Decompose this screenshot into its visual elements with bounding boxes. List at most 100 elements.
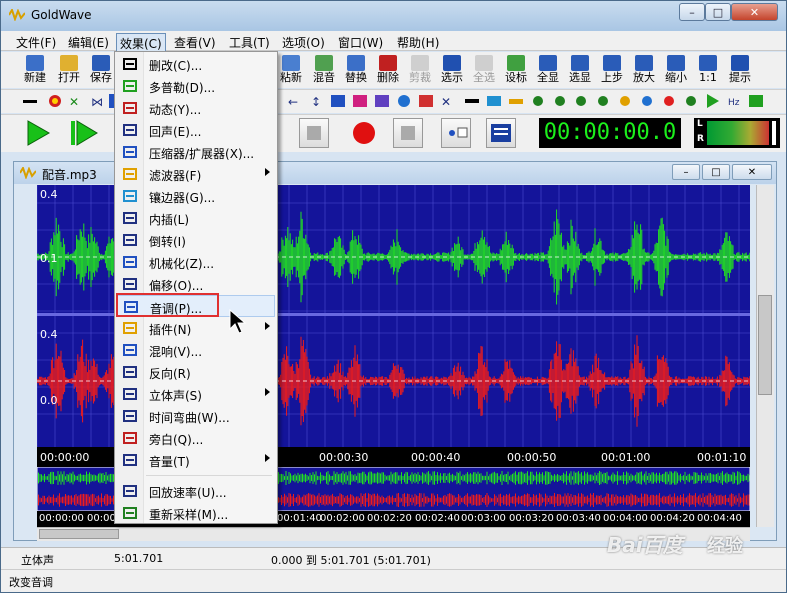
toolbar-button-1[interactable]: 打开 xyxy=(55,54,83,87)
effects-menu-item[interactable]: 倒转(I) xyxy=(117,229,275,251)
effects-menu-item[interactable]: 压缩器/扩展器(X)... xyxy=(117,141,275,163)
effects-menu-item[interactable]: 删改(C)... xyxy=(117,53,275,75)
toolbar-button-7[interactable]: 剪裁 xyxy=(406,54,434,87)
new-file-icon xyxy=(26,55,44,71)
play-button[interactable] xyxy=(23,118,53,148)
play-selection-button[interactable] xyxy=(69,118,99,148)
effects-menu-item-label: 偏移(O)... xyxy=(149,279,204,293)
pause-button[interactable] xyxy=(299,118,329,148)
delete-change-icon xyxy=(122,56,138,72)
effects-menu-item[interactable]: 回声(E)... xyxy=(117,119,275,141)
toolbar-button-15[interactable]: 缩小 xyxy=(662,54,690,87)
toolbar-button-13[interactable]: 上步 xyxy=(598,54,626,87)
overview-time-label: 00:01:40 xyxy=(277,513,322,524)
meter-gradient xyxy=(707,121,769,145)
effects-menu-item-label: 混响(V)... xyxy=(149,345,203,359)
menu-options[interactable]: 选项(O) xyxy=(279,33,328,52)
toolbar-button-2[interactable]: 保存 xyxy=(87,54,115,87)
effects-menu-item[interactable]: 内插(L) xyxy=(117,207,275,229)
effects-menu-item[interactable]: 回放速率(U)... xyxy=(117,480,275,502)
maximize-button[interactable]: □ xyxy=(705,3,731,21)
child-minimize-button[interactable]: – xyxy=(672,164,700,180)
toolbar-button-0[interactable]: 新建 xyxy=(21,54,49,87)
scrollbar-thumb[interactable] xyxy=(39,529,119,539)
menu-view[interactable]: 查看(V) xyxy=(171,33,219,52)
echo-icon xyxy=(122,122,138,138)
overview-time-label: 00:04:00 xyxy=(603,513,648,524)
time-label: 00:00:30 xyxy=(319,451,369,464)
record-mode-toggle[interactable] xyxy=(441,118,471,148)
toolbar-button-6[interactable]: 删除 xyxy=(374,54,402,87)
effects-menu-item-label: 立体声(S) xyxy=(149,389,202,403)
status-hint-bar: 改变音调 xyxy=(1,569,786,592)
effects-menu-item-label: 镶边器(G)... xyxy=(149,191,216,205)
effects-menu-item[interactable]: 多普勒(D)... xyxy=(117,75,275,97)
goldwave-logo-icon xyxy=(8,7,26,24)
time-warp-icon xyxy=(122,408,138,424)
meter-left-label: L xyxy=(697,119,703,129)
effects-menu-item[interactable]: 镶边器(G)... xyxy=(117,185,275,207)
effects-menu-item[interactable]: 机械化(Z)... xyxy=(117,251,275,273)
toolbar-button-label: 上步 xyxy=(601,71,623,84)
toolbar-button-label: 1:1 xyxy=(699,71,717,84)
effects-menu-item[interactable]: 立体声(S) xyxy=(117,383,275,405)
effects-menu-item[interactable]: 滤波器(F) xyxy=(117,163,275,185)
filter-icon xyxy=(122,166,138,182)
effects-menu-item[interactable]: 插件(N) xyxy=(117,317,275,339)
overview-time-label: 00:03:40 xyxy=(556,513,601,524)
effects-menu-item[interactable]: 偏移(O)... xyxy=(117,273,275,295)
child-maximize-button[interactable]: □ xyxy=(702,164,730,180)
svg-text:✕: ✕ xyxy=(69,95,79,109)
toolbar-button-4[interactable]: 混音 xyxy=(310,54,338,87)
effects-menu: 删改(C)... 多普勒(D)... 动态(Y)... 回声(E)... 压缩器/扩展器… xyxy=(114,51,278,524)
close-button[interactable]: ✕ xyxy=(731,3,778,21)
toolbar-button-11[interactable]: 全显 xyxy=(534,54,562,87)
menu-window[interactable]: 窗口(W) xyxy=(335,33,386,52)
toolbar-button-16[interactable]: 1:1 xyxy=(694,54,722,87)
toolbar-button-label: 选显 xyxy=(569,71,591,84)
effects-menu-item[interactable]: 动态(Y)... xyxy=(117,97,275,119)
effects-menu-item[interactable]: 旁白(Q)... xyxy=(117,427,275,449)
meter-right-label: R xyxy=(697,134,704,144)
child-close-button[interactable]: ✕ xyxy=(732,164,772,180)
menu-help[interactable]: 帮助(H) xyxy=(394,33,442,52)
toolbar-button-9[interactable]: 全选 xyxy=(470,54,498,87)
effects-menu-item[interactable]: 时间弯曲(W)... xyxy=(117,405,275,427)
menu-bar: 文件(F) 编辑(E) 效果(C) 查看(V) 工具(T) 选项(O) 窗口(W… xyxy=(1,31,786,54)
status-channel: 立体声 xyxy=(21,554,54,567)
effects-menu-item[interactable]: 音量(T) xyxy=(117,449,275,471)
menu-separator xyxy=(146,475,272,476)
effects-menu-item[interactable]: 混响(V)... xyxy=(117,339,275,361)
effects-menu-item-label: 倒转(I) xyxy=(149,235,186,249)
toolbar-button-14[interactable]: 放大 xyxy=(630,54,658,87)
toolbar-button-label: 删除 xyxy=(377,71,399,84)
control-properties-button[interactable] xyxy=(486,118,516,148)
stop-button[interactable] xyxy=(393,118,423,148)
toolbar-button-12[interactable]: 选显 xyxy=(566,54,594,87)
sound-window-title: 配音.mp3 xyxy=(42,168,97,182)
effects-menu-item-label: 时间弯曲(W)... xyxy=(149,411,230,425)
record-button[interactable] xyxy=(349,118,379,148)
effects-menu-item-label: 压缩器/扩展器(X)... xyxy=(149,147,255,161)
toolbar-button-5[interactable]: 替换 xyxy=(342,54,370,87)
menu-tools[interactable]: 工具(T) xyxy=(226,33,273,52)
toolbar-button-label: 缩小 xyxy=(665,71,687,84)
delete-icon xyxy=(379,55,397,71)
toolbar-button-3[interactable]: 粘新 xyxy=(277,54,305,87)
scrollbar-thumb[interactable] xyxy=(758,295,772,395)
minimize-button[interactable]: – xyxy=(679,3,705,21)
zoom-in-icon xyxy=(635,55,653,71)
svg-text:←: ← xyxy=(288,95,298,109)
menu-file[interactable]: 文件(F) xyxy=(13,33,59,52)
mix-icon xyxy=(315,55,333,71)
toolbar-button-17[interactable]: 提示 xyxy=(726,54,754,87)
toolbar-button-10[interactable]: 设标 xyxy=(502,54,530,87)
axis-label-right-zero: 0.0 xyxy=(40,394,58,407)
menu-edit[interactable]: 编辑(E) xyxy=(65,33,112,52)
vertical-scrollbar[interactable] xyxy=(756,185,774,527)
overview-time-label: 00:03:20 xyxy=(509,513,554,524)
effects-menu-item[interactable]: 重新采样(M)... xyxy=(117,502,275,524)
plugin-icon xyxy=(122,320,138,336)
effects-menu-item[interactable]: 反向(R) xyxy=(117,361,275,383)
toolbar-button-8[interactable]: 选示 xyxy=(438,54,466,87)
